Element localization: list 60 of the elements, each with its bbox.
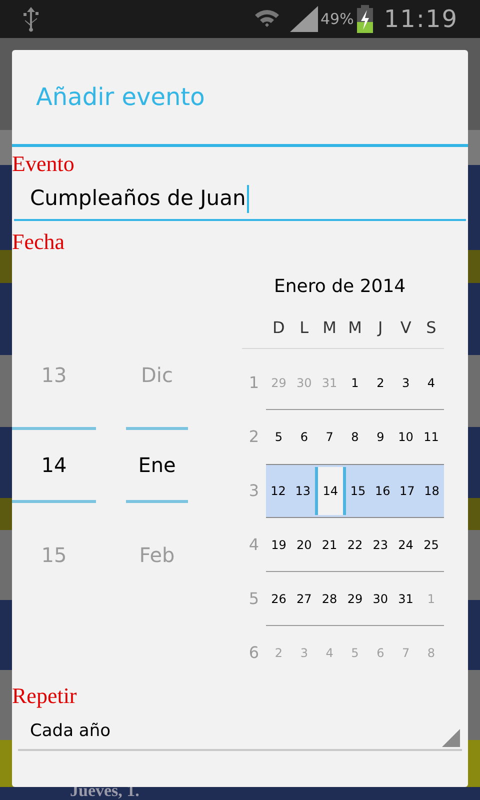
- picker-option[interactable]: Ene: [126, 427, 188, 503]
- calendar-day[interactable]: 29: [342, 572, 368, 625]
- calendar-day[interactable]: 1: [342, 356, 368, 409]
- calendar-day[interactable]: 8: [342, 410, 368, 464]
- week-number: 5: [248, 588, 260, 610]
- calendar-day[interactable]: 21: [316, 518, 342, 571]
- calendar-day[interactable]: 11: [418, 410, 444, 464]
- field-label: Evento: [12, 150, 76, 178]
- calendar-day[interactable]: 14: [315, 467, 346, 515]
- calendar-day[interactable]: 7: [316, 410, 342, 464]
- calendar-day[interactable]: 10: [393, 410, 419, 464]
- calendar-day[interactable]: 24: [393, 518, 419, 571]
- dropdown-corner-icon: [442, 729, 460, 747]
- dialog-title: Añadir evento: [36, 82, 205, 113]
- calendar-day[interactable]: 3: [393, 356, 419, 409]
- battery-percent: 49%: [320, 8, 354, 30]
- calendar-day[interactable]: 18: [419, 465, 444, 517]
- calendar-day[interactable]: 28: [316, 572, 342, 625]
- calendar-day[interactable]: 9: [368, 410, 394, 464]
- calendar-day[interactable]: 23: [368, 518, 394, 571]
- calendar-day[interactable]: 17: [394, 465, 420, 517]
- calendar-day[interactable]: 30: [368, 572, 394, 625]
- weekday-header: S: [425, 317, 438, 339]
- field-label: Fecha: [12, 228, 66, 256]
- text-cursor-icon: [246, 185, 249, 213]
- signal-icon: [290, 6, 318, 32]
- repeat-dropdown[interactable]: Cada año: [18, 715, 462, 751]
- calendar-day[interactable]: 4: [418, 356, 444, 409]
- calendar-day[interactable]: 2: [368, 356, 394, 409]
- calendar-day[interactable]: 27: [291, 572, 317, 625]
- weekday-header: J: [376, 317, 384, 339]
- field-label: Repetir: [12, 682, 78, 710]
- calendar-day[interactable]: 13: [290, 465, 316, 517]
- calendar-day[interactable]: 16: [370, 465, 395, 517]
- week-number: 6: [248, 642, 260, 664]
- calendar-day[interactable]: 26: [266, 572, 292, 625]
- calendar-day[interactable]: 25: [418, 518, 444, 571]
- weekday-header: V: [399, 317, 412, 339]
- usb-icon: [22, 6, 40, 32]
- calendar-day[interactable]: 20: [291, 518, 317, 571]
- calendar-day[interactable]: 19: [266, 518, 292, 571]
- event-input-field[interactable]: Cumpleaños de Juan: [14, 179, 466, 221]
- week-number: 1: [248, 372, 260, 394]
- weekday-header: M: [347, 317, 363, 339]
- calendar-day[interactable]: 22: [342, 518, 368, 571]
- week-number: 3: [248, 480, 260, 502]
- calendar-day[interactable]: 15: [346, 465, 370, 517]
- clock: 11:19: [384, 4, 458, 35]
- charging-battery-icon: [356, 5, 374, 33]
- calendar-day[interactable]: 6: [291, 410, 317, 464]
- calendar-month-title: Enero de 2014: [274, 275, 407, 299]
- week-number: 4: [248, 534, 260, 556]
- picker-option[interactable]: 14: [12, 427, 96, 503]
- calendar-day[interactable]: 12: [266, 465, 291, 517]
- calendar-day[interactable]: 31: [393, 572, 419, 625]
- weekday-header: M: [322, 317, 338, 339]
- weekday-header: L: [298, 317, 310, 339]
- calendar-day[interactable]: 5: [266, 410, 292, 464]
- week-number: 2: [248, 426, 260, 448]
- weekday-header: D: [272, 317, 286, 339]
